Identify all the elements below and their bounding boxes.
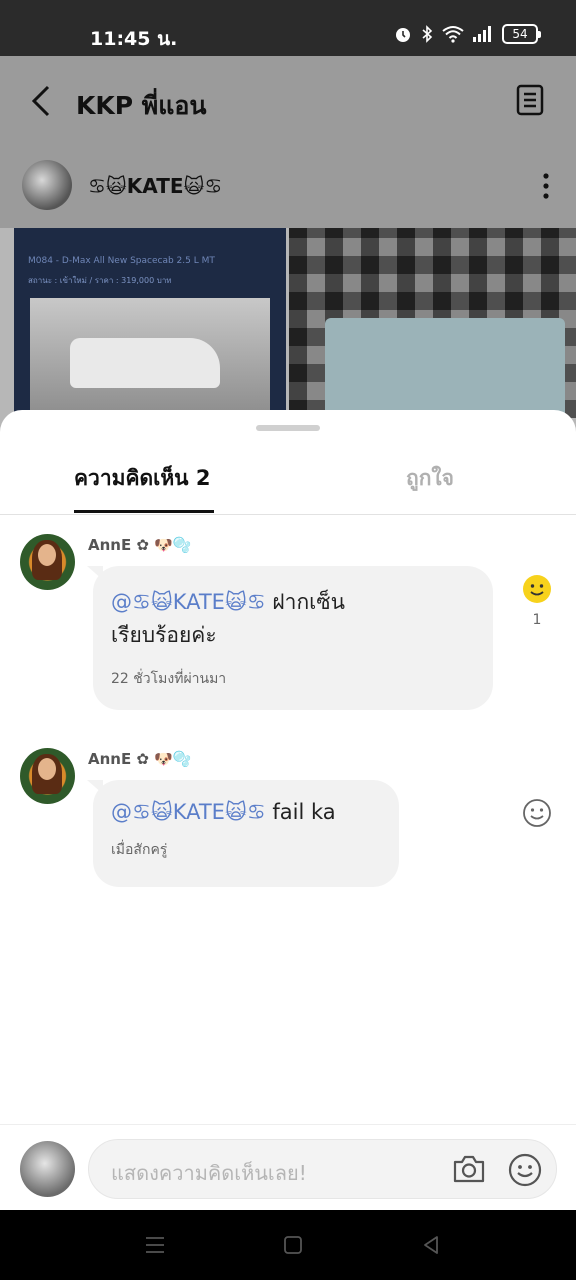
id-card-image [325, 318, 565, 418]
comment-text: @♋🙀KATE🙀♋ fail ka [111, 796, 381, 829]
photo-listing-status: สถานะ : เข้าใหม่ / ราคา : 319,000 บาท [28, 276, 172, 285]
post-photos: M084 - D-Max All New Spacecab 2.5 L MT ส… [0, 228, 576, 418]
divider [0, 514, 576, 515]
menu-icon[interactable] [144, 1234, 166, 1256]
comment-text: @♋🙀KATE🙀♋ ฝากเซ็นเรียบร้อยค่ะ [111, 586, 475, 652]
reaction-column [522, 798, 552, 832]
comment-mention[interactable]: @♋🙀KATE🙀♋ [111, 800, 266, 824]
comment-bubble[interactable]: @♋🙀KATE🙀♋ ฝากเซ็นเรียบร้อยค่ะ 22 ชั่วโมง… [93, 566, 493, 710]
photo-id-card[interactable] [289, 228, 576, 418]
comment-text-line1: fail ka [265, 800, 336, 824]
comment-text-line1: ฝากเซ็น [265, 590, 345, 614]
comment-time: เมื่อสักครู่ [111, 842, 168, 858]
smiley-filled-icon[interactable] [522, 574, 552, 604]
status-icons: 54 [394, 24, 541, 44]
reaction-column: 1 [522, 574, 552, 628]
comment-mention[interactable]: @♋🙀KATE🙀♋ [111, 590, 266, 614]
signal-icon [473, 26, 491, 42]
comment-time: 22 ชั่วโมงที่ผ่านมา [111, 671, 227, 687]
alarm-icon [396, 28, 410, 42]
emoji-icon[interactable] [508, 1153, 542, 1187]
battery-indicator: 54 [502, 24, 541, 44]
car-image [30, 298, 270, 418]
camera-icon[interactable] [452, 1153, 486, 1185]
tab-likes[interactable]: ถูกใจ [406, 462, 454, 495]
comment-input-placeholder: แสดงความคิดเห็นเลย! [111, 1161, 307, 1185]
wifi-icon [442, 26, 464, 43]
tab-active-indicator [74, 510, 214, 513]
photo-car-listing[interactable]: M084 - D-Max All New Spacecab 2.5 L MT ส… [14, 228, 286, 418]
commenter-avatar[interactable] [20, 748, 75, 804]
document-icon[interactable] [516, 84, 544, 116]
post-username[interactable]: ♋🙀KATE🙀♋ [88, 174, 222, 198]
photo-listing-title: M084 - D-Max All New Spacecab 2.5 L MT [28, 256, 215, 266]
battery-level: 54 [512, 27, 528, 41]
app-title: KKP พี่แอน [76, 91, 207, 120]
commenter-avatar[interactable] [20, 534, 75, 590]
comment-input-bar: แสดงความคิดเห็นเลย! [0, 1124, 576, 1210]
comments-sheet: ความคิดเห็น 2 ถูกใจ AnnE ✿ 🐶🫧 @♋🙀KATE🙀♋ … [0, 410, 576, 1210]
comment-input[interactable]: แสดงความคิดเห็นเลย! [88, 1139, 557, 1199]
system-nav-bar [0, 1210, 576, 1280]
reaction-count: 1 [532, 612, 542, 628]
app-bar: KKP พี่แอน [0, 56, 576, 148]
comment-text-line2: เรียบร้อยค่ะ [111, 623, 217, 647]
post-header: ♋🙀KATE🙀♋ [0, 148, 576, 228]
bluetooth-icon [422, 25, 433, 43]
back-triangle-icon[interactable] [420, 1234, 442, 1256]
smiley-outline-icon[interactable] [522, 798, 552, 828]
post-author-avatar[interactable] [22, 160, 72, 210]
status-time: 11:45 น. [90, 28, 178, 50]
commenter-name[interactable]: AnnE ✿ 🐶🫧 [88, 536, 192, 554]
more-icon[interactable] [542, 172, 550, 200]
status-bar: 11:45 น. 54 [0, 0, 576, 56]
commenter-name[interactable]: AnnE ✿ 🐶🫧 [88, 750, 192, 768]
my-avatar [20, 1141, 75, 1197]
tab-comments[interactable]: ความคิดเห็น 2 [74, 462, 210, 495]
home-icon[interactable] [282, 1234, 304, 1256]
comment-bubble[interactable]: @♋🙀KATE🙀♋ fail ka เมื่อสักครู่ [93, 780, 399, 887]
drag-handle[interactable] [256, 425, 320, 431]
back-icon[interactable] [28, 84, 56, 118]
